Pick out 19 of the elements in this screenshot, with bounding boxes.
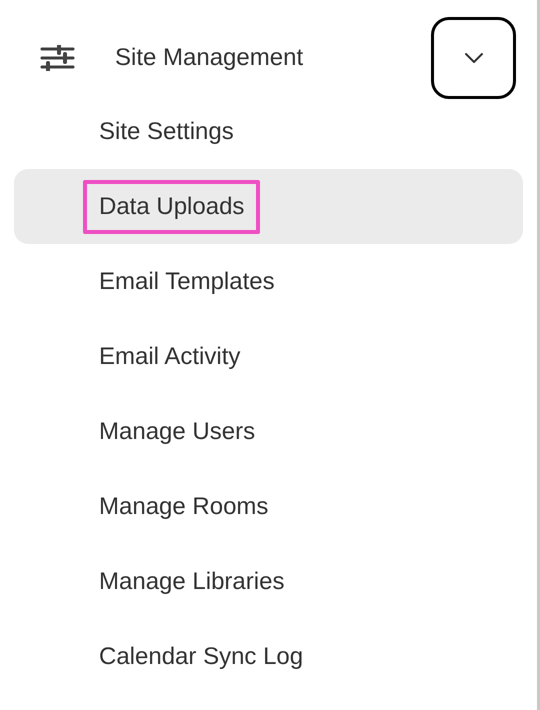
sliders-icon — [40, 45, 75, 71]
menu-item[interactable]: Email Activity — [14, 319, 523, 394]
collapse-button[interactable] — [431, 17, 516, 99]
menu-item[interactable]: Site Settings — [14, 94, 523, 169]
menu-item[interactable]: Manage Libraries — [14, 544, 523, 619]
menu-item-label: Calendar Sync Log — [99, 642, 304, 672]
menu-item[interactable]: Email Templates — [14, 244, 523, 319]
menu-item[interactable]: Data Uploads — [14, 169, 523, 244]
menu-item-label: Manage Libraries — [99, 566, 284, 596]
menu-item-label: Manage Users — [99, 416, 256, 446]
menu-item[interactable]: Manage Rooms — [14, 469, 523, 544]
menu-item-label: Email Activity — [99, 342, 240, 372]
menu-item-label: Manage Rooms — [99, 492, 268, 522]
menu-item-label: Email Templates — [99, 266, 275, 296]
menu-item[interactable]: Calendar Sync Log — [14, 619, 523, 694]
menu-item[interactable]: Manage Users — [14, 394, 523, 469]
section-title: Site Management — [115, 43, 304, 73]
menu-item-label: Data Uploads — [83, 180, 260, 234]
menu-item-label: Site Settings — [99, 116, 234, 146]
